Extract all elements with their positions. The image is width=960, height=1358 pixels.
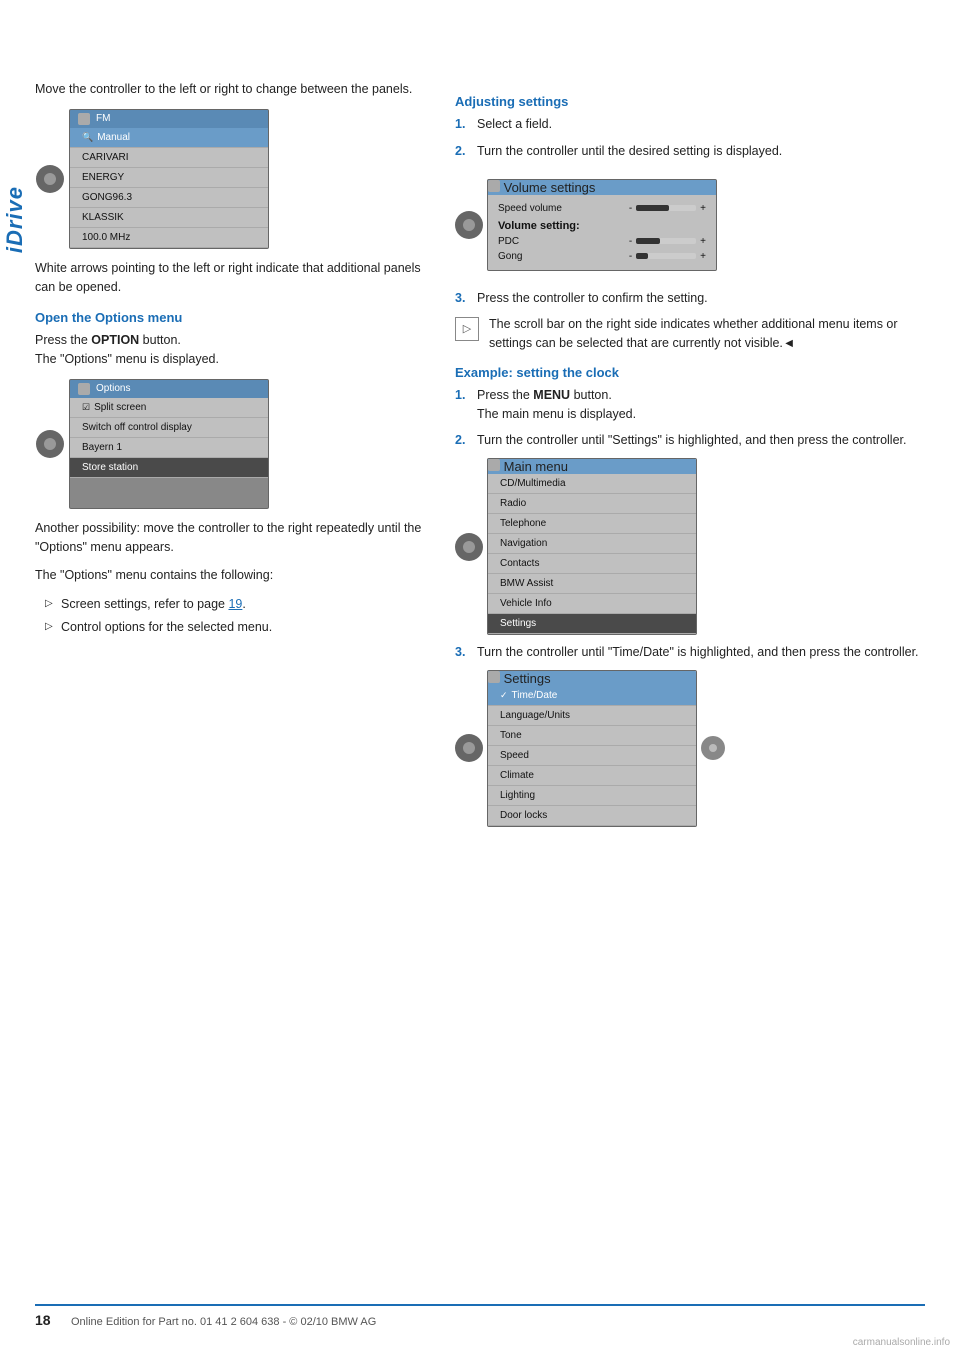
options-screen-wrapper: Options ☑ Split screen Switch off contro… — [35, 379, 425, 509]
menu-cd: CD/Multimedia — [488, 474, 696, 494]
watermark: carmanualsonline.info — [853, 1337, 950, 1348]
menu-navigation: Navigation — [488, 534, 696, 554]
fm-item-6: 101.3 MHz — [70, 248, 268, 249]
options-item-0: ☑ Split screen — [70, 398, 268, 418]
menu-settings: Settings — [488, 614, 696, 634]
options-item-1: Switch off control display — [70, 418, 268, 438]
left-column: Move the controller to the left or right… — [35, 80, 425, 835]
bullet-item-1: Control options for the selected menu. — [45, 618, 425, 637]
example-step-1: 1. Press the MENU button.The main menu i… — [455, 386, 925, 424]
option-button-text: Press the OPTION button. The "Options" m… — [35, 331, 425, 369]
fm-bar-label: FM — [96, 113, 110, 124]
step3-clock-list: 3. Turn the controller until "Time/Date"… — [455, 643, 925, 662]
another-possibility-text: Another possibility: move the controller… — [35, 519, 425, 557]
footer-text: Online Edition for Part no. 01 41 2 604 … — [71, 1316, 376, 1328]
settings-screen: Settings ✓ Time/Date Language/Units Tone… — [487, 670, 697, 827]
settings-bar-label: Settings — [504, 671, 551, 686]
settings-item-6: Door locks — [488, 806, 696, 826]
fm-item-3: GONG96.3 — [70, 188, 268, 208]
intro-text: Move the controller to the left or right… — [35, 80, 425, 99]
example-step-2: 2. Turn the controller until "Settings" … — [455, 431, 925, 450]
step3-list: 3. Press the controller to confirm the s… — [455, 289, 925, 308]
settings-item-5: Lighting — [488, 786, 696, 806]
fm-screen-list: 🔍 Manual CARIVARI ENERGY GONG96.3 KLASSI… — [70, 128, 268, 249]
example-steps: 1. Press the MENU button.The main menu i… — [455, 386, 925, 450]
pdc-row: PDC - + — [488, 234, 716, 249]
fm-item-4: KLASSIK — [70, 208, 268, 228]
options-item-3: Store station — [70, 458, 268, 478]
main-menu-bar: Main menu — [488, 459, 696, 474]
scroll-note-text: The scroll bar on the right side indicat… — [489, 315, 925, 353]
speed-volume-row: Speed volume - + — [488, 201, 716, 216]
bullet-item-0: Screen settings, refer to page 19. — [45, 595, 425, 614]
main-menu-screen: Main menu CD/Multimedia Radio Telephone … — [487, 458, 697, 635]
options-screen-list: ☑ Split screen Switch off control displa… — [70, 398, 268, 478]
footer: 18 Online Edition for Part no. 01 41 2 6… — [35, 1304, 925, 1328]
adjusting-heading: Adjusting settings — [455, 94, 925, 109]
volume-content: Speed volume - + Volume setting: PDC - — [488, 195, 716, 270]
open-options-heading: Open the Options menu — [35, 310, 425, 325]
page-link[interactable]: 19 — [228, 597, 242, 611]
fm-item-0: 🔍 Manual — [70, 128, 268, 148]
main-menu-screen-wrapper: Main menu CD/Multimedia Radio Telephone … — [455, 458, 925, 635]
fm-screen-bar: FM — [70, 110, 268, 128]
contains-text: The "Options" menu contains the followin… — [35, 566, 425, 585]
settings-item-1: Language/Units — [488, 706, 696, 726]
vol-bar-label: Volume settings — [504, 180, 596, 195]
settings-screen-wrapper: Settings ✓ Time/Date Language/Units Tone… — [455, 670, 925, 827]
gong-row: Gong - + — [488, 249, 716, 264]
scroll-indicator: The scroll bar on the right side indicat… — [455, 315, 925, 353]
sidebar-text: iDrive — [2, 186, 28, 253]
fm-item-1: CARIVARI — [70, 148, 268, 168]
options-screen: Options ☑ Split screen Switch off contro… — [69, 379, 269, 509]
main-menu-bar-label: Main menu — [504, 459, 568, 474]
settings-item-0: ✓ Time/Date — [488, 686, 696, 706]
sidebar-label: iDrive — [0, 120, 30, 320]
adjust-step-2: 2. Turn the controller until the desired… — [455, 142, 925, 161]
options-bullet-list: Screen settings, refer to page 19. Contr… — [35, 595, 425, 637]
step3-clock-item: 3. Turn the controller until "Time/Date"… — [455, 643, 925, 662]
menu-contacts: Contacts — [488, 554, 696, 574]
settings-item-3: Speed — [488, 746, 696, 766]
vol-setting-label: Volume setting: — [488, 216, 716, 234]
settings-list: ✓ Time/Date Language/Units Tone Speed Cl… — [488, 686, 696, 826]
volume-screen-wrapper: Volume settings Speed volume - + Volume … — [455, 169, 925, 281]
menu-telephone: Telephone — [488, 514, 696, 534]
menu-vehicle-info: Vehicle Info — [488, 594, 696, 614]
fm-screen-wrapper: FM 🔍 Manual CARIVARI ENERGY GONG96.3 KLA… — [35, 109, 425, 249]
step3-item: 3. Press the controller to confirm the s… — [455, 289, 925, 308]
menu-radio: Radio — [488, 494, 696, 514]
scroll-box-icon — [455, 317, 479, 341]
adjust-step-1: 1. Select a field. — [455, 115, 925, 134]
settings-item-2: Tone — [488, 726, 696, 746]
adjusting-steps: 1. Select a field. 2. Turn the controlle… — [455, 115, 925, 161]
page-number: 18 — [35, 1312, 59, 1328]
settings-item-4: Climate — [488, 766, 696, 786]
fm-item-5: 100.0 MHz — [70, 228, 268, 248]
vol-screen-bar: Volume settings — [488, 180, 716, 195]
right-column: Adjusting settings 1. Select a field. 2.… — [455, 80, 925, 835]
example-heading: Example: setting the clock — [455, 365, 925, 380]
fm-item-2: ENERGY — [70, 168, 268, 188]
white-arrows-text: White arrows pointing to the left or rig… — [35, 259, 425, 297]
menu-bmw-assist: BMW Assist — [488, 574, 696, 594]
options-item-2: Bayern 1 — [70, 438, 268, 458]
settings-screen-bar: Settings — [488, 671, 696, 686]
options-screen-bar: Options — [70, 380, 268, 398]
volume-screen: Volume settings Speed volume - + Volume … — [487, 179, 717, 271]
options-bar-label: Options — [96, 383, 130, 394]
main-menu-list: CD/Multimedia Radio Telephone Navigation… — [488, 474, 696, 634]
fm-screen: FM 🔍 Manual CARIVARI ENERGY GONG96.3 KLA… — [69, 109, 269, 249]
